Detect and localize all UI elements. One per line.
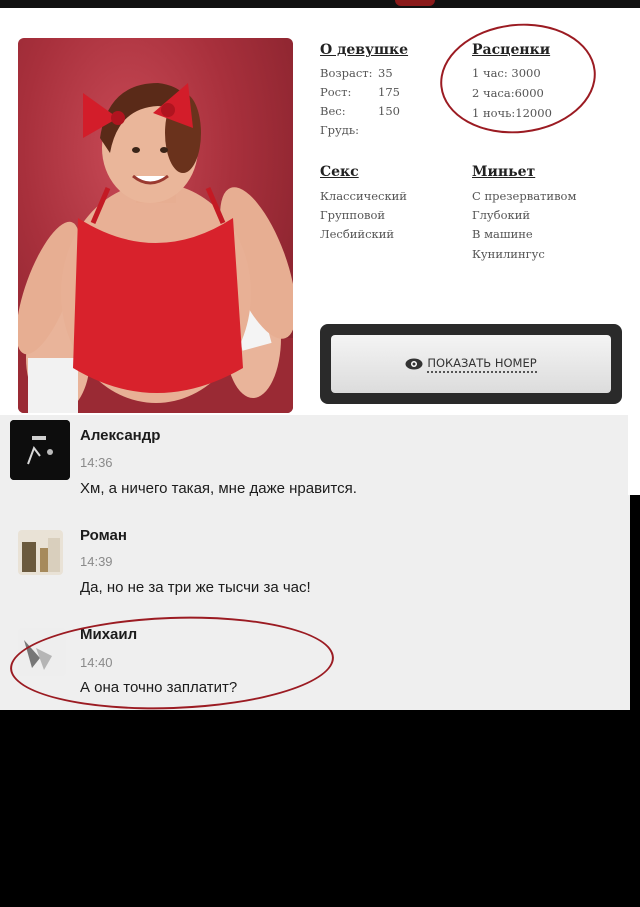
about-breast-row: Грудь:	[320, 123, 378, 137]
profile-card: О девушке Возраст: 35 Рост: 175 Вес: 150 Гр…	[0, 8, 640, 415]
comment-item: Роман 14:39 Да, но не за три же тысчи за…	[0, 520, 620, 610]
about-weight-row: Вес: 150	[320, 104, 400, 118]
black-bottom-area	[0, 710, 640, 907]
sex-title: Секс	[320, 164, 359, 180]
sex-item: Лесбийский	[320, 227, 395, 241]
oral-title: Миньет	[472, 164, 536, 180]
price-row-night: 1 ночь:12000	[472, 106, 552, 120]
comment-time: 14:40	[80, 655, 113, 670]
show-number-button-face[interactable]: ПОКАЗАТЬ НОМЕР	[331, 335, 611, 393]
woman-photo-illustration	[18, 83, 293, 413]
comment-item: Александр 14:36 Хм, а ничего такая, мне …	[0, 420, 620, 510]
comment-time: 14:36	[80, 455, 113, 470]
avatar-image	[18, 628, 66, 676]
comment-author[interactable]: Михаил	[80, 626, 137, 643]
avatar-image	[10, 420, 70, 480]
oral-item: Кунилингус	[472, 247, 545, 261]
about-weight-key: Вес:	[320, 104, 346, 118]
sex-item: Классический	[320, 189, 407, 203]
about-title: О девушке	[320, 42, 409, 58]
about-height-row: Рост: 175	[320, 85, 400, 99]
avatar[interactable]	[10, 420, 70, 480]
about-age-key: Возраст:	[320, 66, 373, 80]
comment-author[interactable]: Роман	[80, 527, 127, 544]
comment-text: Да, но не за три же тысчи за час!	[80, 579, 311, 596]
about-height-value: 175	[378, 85, 400, 99]
prices-title: Расценки	[472, 42, 551, 58]
comment-time: 14:39	[80, 554, 113, 569]
about-weight-value: 150	[378, 104, 400, 118]
comment-item: Михаил 14:40 А она точно заплатит?	[0, 622, 620, 710]
about-age-value: 35	[378, 66, 393, 80]
about-age-row: Возраст: 35	[320, 66, 393, 80]
about-height-key: Рост:	[320, 85, 352, 99]
show-number-label: ПОКАЗАТЬ НОМЕР	[427, 356, 537, 373]
comment-author[interactable]: Александр	[80, 427, 160, 444]
sex-item: Групповой	[320, 208, 386, 222]
comment-text: Хм, а ничего такая, мне даже нравится.	[80, 480, 357, 497]
show-number-button[interactable]: ПОКАЗАТЬ НОМЕР	[320, 324, 622, 404]
oral-item: Глубокий	[472, 208, 531, 222]
oral-item: С презервативом	[472, 189, 577, 203]
oral-item: В машине	[472, 227, 533, 241]
avatar[interactable]	[18, 530, 63, 575]
eye-icon	[405, 358, 423, 370]
avatar[interactable]	[18, 628, 66, 676]
profile-photo[interactable]	[18, 38, 293, 413]
top-bar	[0, 0, 640, 8]
top-accent	[395, 0, 435, 6]
comments-edge	[628, 415, 640, 495]
comment-text: А она точно заплатит?	[80, 679, 238, 696]
about-breast-key: Грудь:	[320, 123, 359, 137]
price-row-1h: 1 час: 3000	[472, 66, 541, 80]
avatar-image	[18, 530, 63, 575]
price-row-2h: 2 часа:6000	[472, 86, 544, 100]
